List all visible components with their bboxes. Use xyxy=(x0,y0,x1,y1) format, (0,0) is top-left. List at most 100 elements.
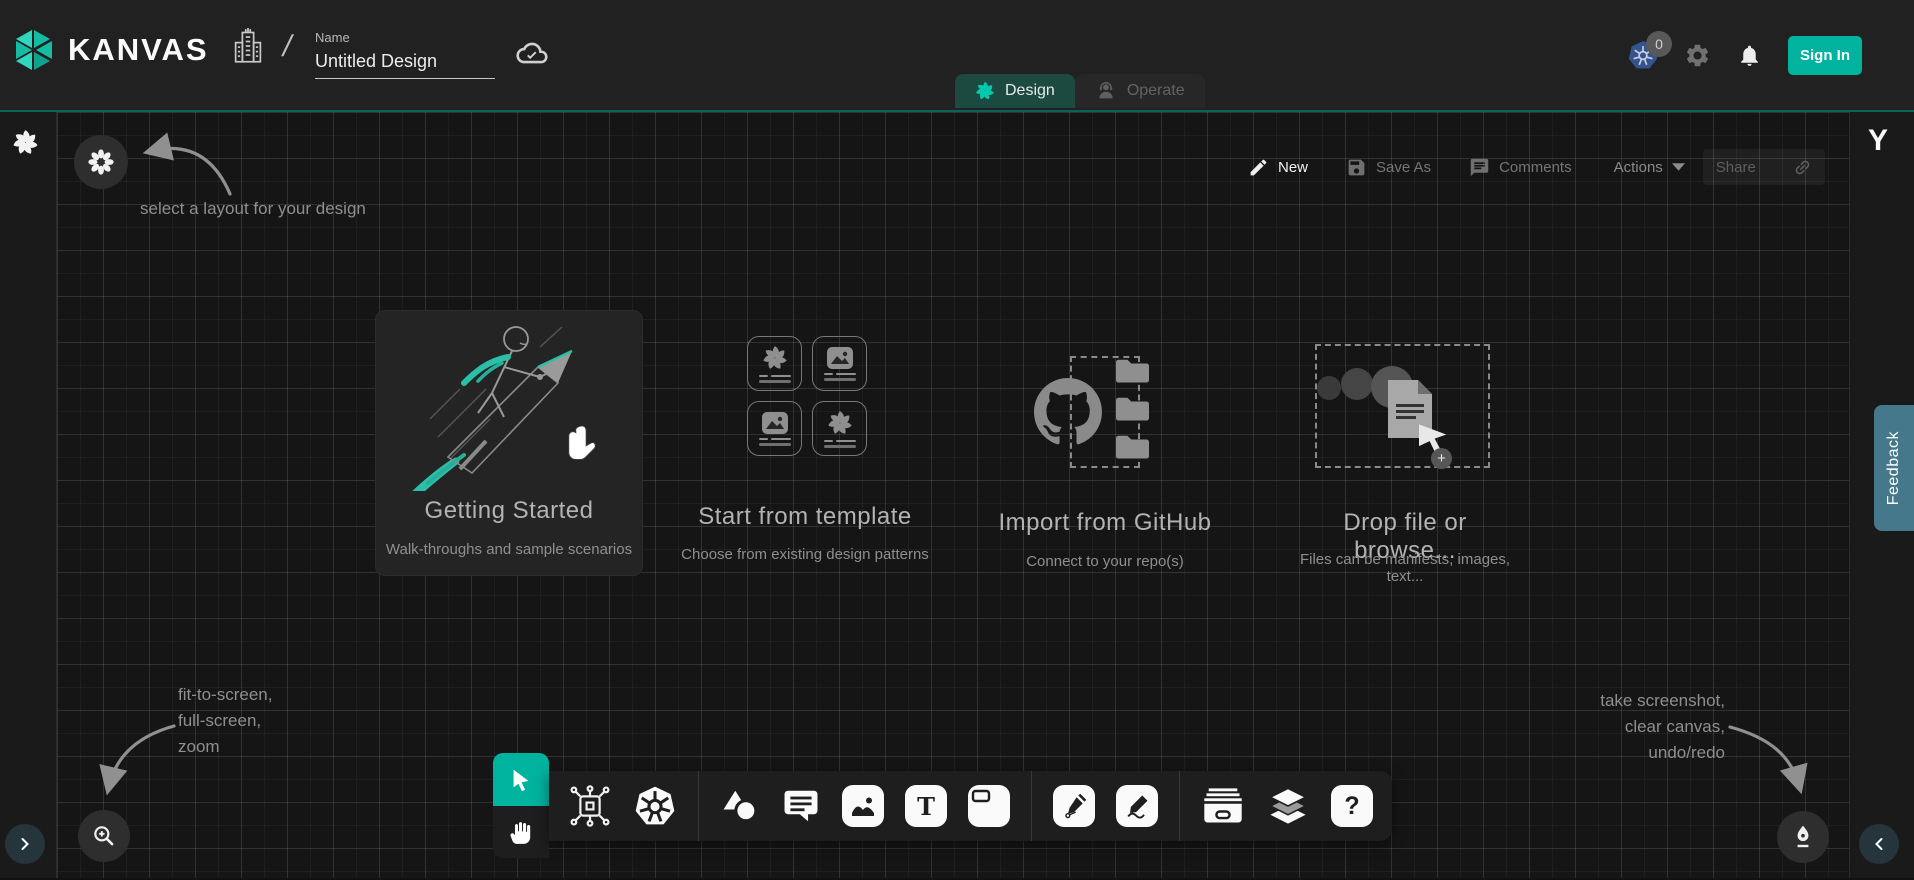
toolbar-separator xyxy=(698,771,699,841)
note-icon xyxy=(968,785,1010,827)
feedback-tab[interactable]: Feedback xyxy=(1874,405,1914,531)
component-circuit-icon xyxy=(568,784,612,828)
pen-path-icon xyxy=(1060,792,1088,820)
kubernetes-count-badge: 0 xyxy=(1646,31,1672,57)
template-tiles xyxy=(747,336,867,456)
breadcrumb-separator: / xyxy=(279,30,295,64)
select-arrow-icon xyxy=(508,767,534,793)
drawer-icon xyxy=(1201,787,1245,825)
pencil-draw-icon xyxy=(1123,792,1151,820)
comment-bubble-icon xyxy=(781,786,821,826)
card-drop-file[interactable]: + Drop file or browse... Files can be ma… xyxy=(1295,344,1515,574)
image-tool-button[interactable] xyxy=(842,785,884,827)
card-subtitle: Choose from existing design patterns xyxy=(655,546,955,563)
design-name-label: Name xyxy=(315,30,495,45)
kubernetes-context-button[interactable]: 0 xyxy=(1628,41,1658,70)
note-tool-button[interactable] xyxy=(968,785,1010,827)
dot-medium xyxy=(1341,368,1373,400)
layout-selector-button[interactable] xyxy=(74,135,128,189)
question-mark-icon: ? xyxy=(1344,792,1359,821)
sign-in-button[interactable]: Sign In xyxy=(1788,36,1862,75)
collapse-right-panel-button[interactable] xyxy=(1859,824,1899,864)
pen-tool-button[interactable] xyxy=(1053,785,1095,827)
card-title: Getting Started xyxy=(376,497,642,525)
y-glyph-icon: Y xyxy=(1868,124,1888,158)
text-tool-button[interactable]: T xyxy=(905,785,947,827)
select-tool-button[interactable] xyxy=(493,753,549,806)
pencil-tool-button[interactable] xyxy=(1116,785,1158,827)
repo-folder-icons xyxy=(1116,358,1149,459)
image-icon xyxy=(850,793,876,819)
shapes-tool-button[interactable] xyxy=(720,786,760,826)
comments-button[interactable]: Comments xyxy=(1469,157,1572,178)
actions-dropdown[interactable]: Actions xyxy=(1614,159,1685,176)
design-name-input[interactable] xyxy=(315,49,495,79)
new-design-button[interactable]: New xyxy=(1248,157,1308,178)
toolbar-separator xyxy=(1179,771,1180,841)
card-subtitle: Files can be manifests, images, text... xyxy=(1295,551,1515,585)
primary-tool-cluster xyxy=(493,753,549,858)
save-icon xyxy=(1346,157,1367,178)
layers-icon xyxy=(1266,786,1310,826)
save-as-button[interactable]: Save As xyxy=(1346,157,1431,178)
comment-icon xyxy=(1469,157,1490,178)
zoom-button[interactable] xyxy=(78,810,130,862)
card-import-github[interactable]: Import from GitHub Connect to your repo(… xyxy=(990,342,1220,572)
chevron-down-icon xyxy=(1672,163,1685,171)
card-start-from-template[interactable]: Start from template Choose from existing… xyxy=(655,332,955,572)
comment-tool-button[interactable] xyxy=(781,786,821,826)
tab-design[interactable]: Design xyxy=(955,74,1075,108)
github-icon xyxy=(1034,378,1102,446)
text-T-icon: T xyxy=(917,792,935,821)
collapsed-panel-toggle[interactable]: Y xyxy=(1868,124,1888,158)
pan-tool-button[interactable] xyxy=(493,806,549,858)
pencil-icon xyxy=(1248,157,1269,178)
chevron-left-icon xyxy=(1869,834,1889,854)
save-status-cloud-icon[interactable] xyxy=(516,40,548,66)
help-button[interactable]: ? xyxy=(1331,785,1373,827)
design-canvas[interactable]: select a layout for your design New Save… xyxy=(0,110,1914,878)
rocket-illustration xyxy=(390,319,630,491)
zoom-hint-text: fit-to-screen, full-screen, zoom xyxy=(178,682,272,760)
meshery-spinner-icon xyxy=(12,129,39,156)
toolbar-separator xyxy=(1031,771,1032,841)
design-name-group: Name xyxy=(315,30,495,79)
plus-badge-icon: + xyxy=(1431,448,1452,469)
shapes-icon xyxy=(720,786,760,826)
kanvas-logo-icon xyxy=(12,28,56,72)
hand-cursor-icon xyxy=(562,423,596,463)
card-title: Import from GitHub xyxy=(990,509,1220,537)
import-drawer-button[interactable] xyxy=(1201,787,1245,825)
pen-actions-button[interactable] xyxy=(1777,811,1829,863)
left-edge-panel xyxy=(0,112,57,878)
kubernetes-tool-button[interactable] xyxy=(633,785,677,828)
organization-icon[interactable] xyxy=(233,28,263,64)
component-tool-button[interactable] xyxy=(568,784,612,828)
dot-small xyxy=(1317,376,1341,400)
tab-operate[interactable]: Operate xyxy=(1075,74,1205,108)
notifications-bell-icon[interactable] xyxy=(1737,43,1762,68)
link-icon xyxy=(1793,158,1812,177)
chevron-right-icon xyxy=(15,834,35,854)
kubernetes-wheel-icon xyxy=(633,785,677,828)
pen-nib-icon xyxy=(1790,824,1816,850)
card-subtitle: Walk-throughs and sample scenarios xyxy=(376,541,642,558)
operate-headset-icon xyxy=(1095,80,1117,102)
shapes-toolbar: T xyxy=(549,771,1392,841)
brand-name: KANVAS xyxy=(68,32,209,68)
expand-left-panel-button[interactable] xyxy=(5,824,45,864)
app-header: KANVAS / Name Design xyxy=(0,0,1914,110)
settings-gear-icon[interactable] xyxy=(1684,42,1711,69)
layers-button[interactable] xyxy=(1266,786,1310,826)
layout-hint-text: select a layout for your design xyxy=(140,196,366,222)
mode-tabs: Design Operate xyxy=(955,74,1205,108)
magnifier-plus-icon xyxy=(91,823,117,849)
actions-hint-text: take screenshot, clear canvas, undo/redo xyxy=(1545,688,1725,766)
canvas-action-bar: New Save As Comments Actions Share xyxy=(1248,148,1825,186)
share-button[interactable]: Share xyxy=(1703,149,1825,185)
hand-icon xyxy=(509,820,534,845)
design-spiral-icon xyxy=(975,81,995,101)
card-title: Start from template xyxy=(655,503,955,531)
card-getting-started[interactable]: Getting Started Walk-throughs and sample… xyxy=(375,310,643,576)
card-subtitle: Connect to your repo(s) xyxy=(990,553,1220,570)
